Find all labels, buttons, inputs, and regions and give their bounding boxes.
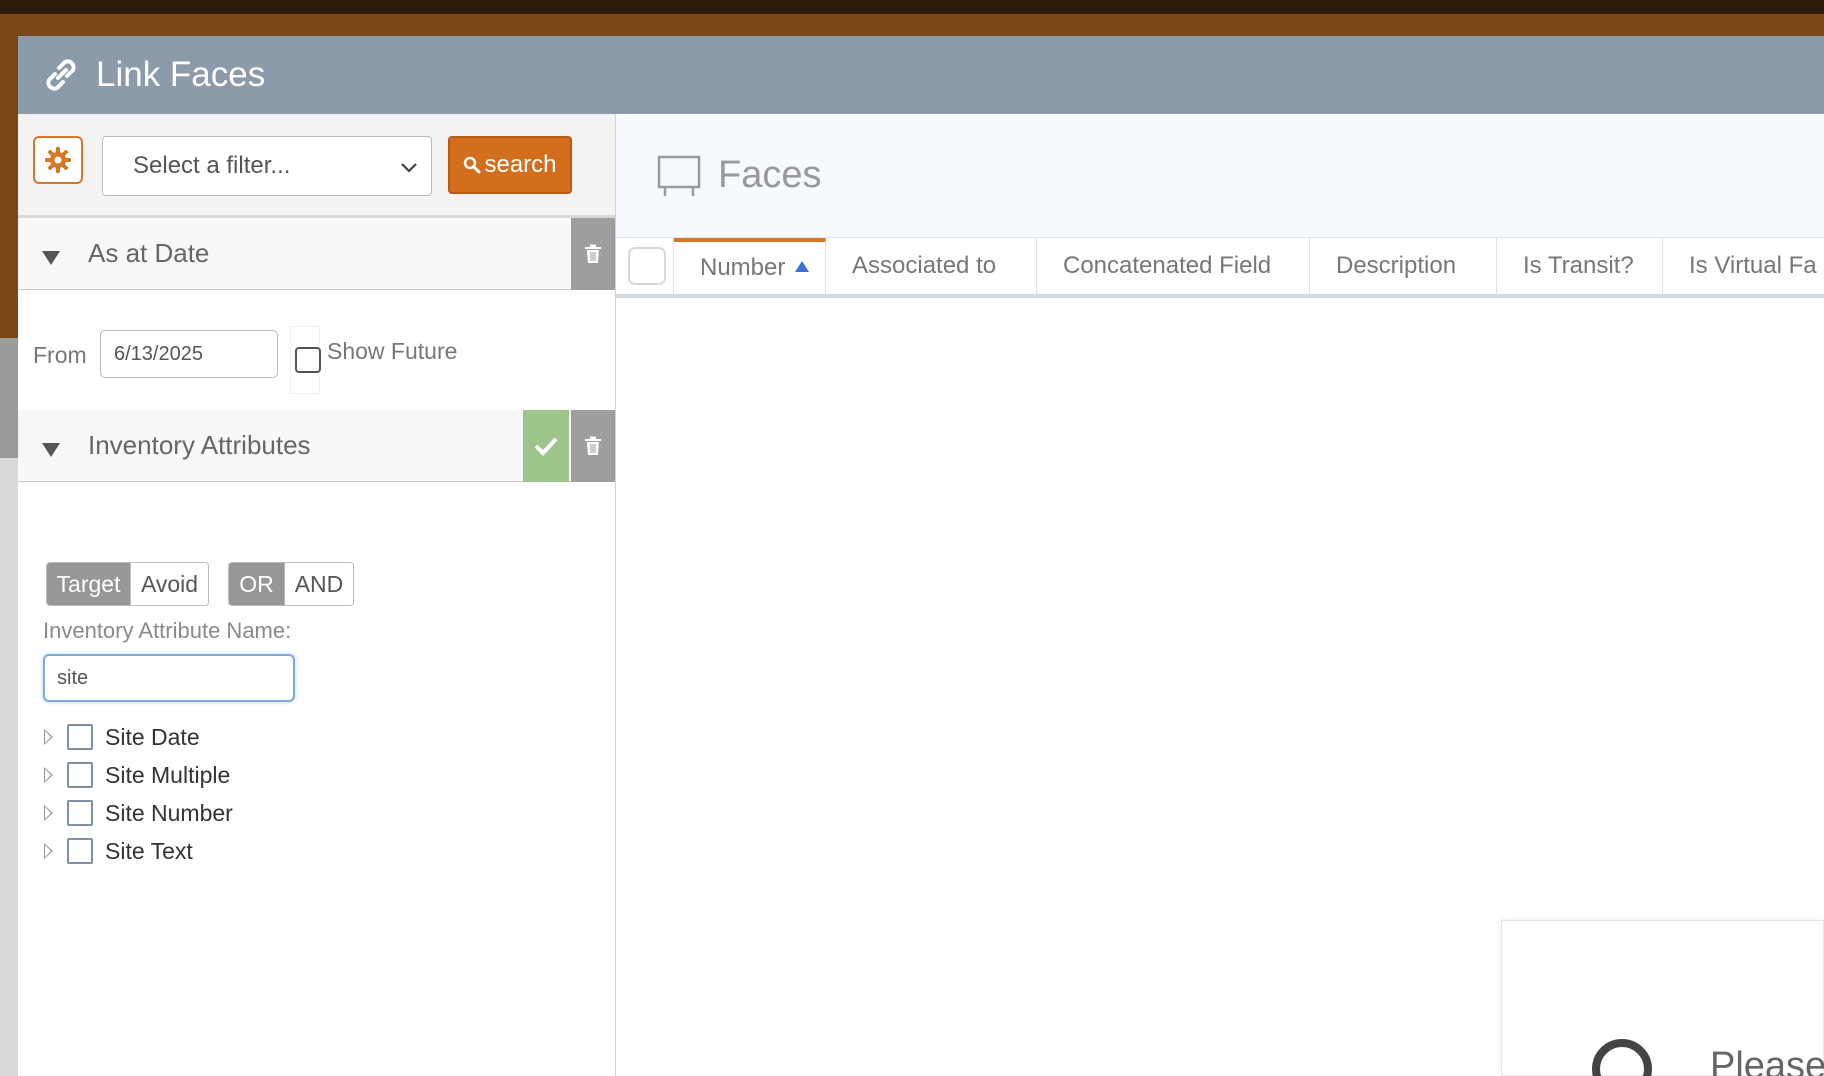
from-date-value: 6/13/2025 (114, 342, 203, 365)
faces-header: Faces (616, 114, 1824, 238)
column-header-is-virtual-face[interactable]: Is Virtual Fa (1663, 238, 1823, 294)
column-header-label: Is Transit? (1523, 252, 1634, 279)
filter-select[interactable]: Select a filter... (102, 136, 432, 196)
show-future-label[interactable]: Show Future (327, 338, 457, 365)
tree-item-label[interactable]: Site Multiple (105, 762, 230, 789)
gear-icon (45, 147, 71, 173)
inventory-attribute-name-label: Inventory Attribute Name: (43, 618, 292, 643)
tree-item: Site Date (42, 718, 233, 756)
expand-arrow-icon[interactable] (44, 767, 53, 783)
from-date-input[interactable]: 6/13/2025 (100, 330, 278, 378)
inventory-attribute-name-input[interactable]: site (43, 654, 295, 702)
faces-grid-header: Number Associated to Concatenated Field … (616, 238, 1824, 298)
collapse-triangle-icon[interactable] (42, 442, 60, 457)
from-label: From (33, 342, 87, 368)
inventory-attributes-title: Inventory Attributes (88, 430, 311, 460)
column-header-label: Concatenated Field (1063, 252, 1272, 279)
column-header-label: Number (700, 254, 786, 281)
column-header-label: Associated to (852, 252, 997, 279)
sort-ascending-icon (795, 260, 810, 272)
column-header-is-transit[interactable]: Is Transit? (1497, 238, 1663, 294)
search-icon (464, 156, 481, 174)
column-header-description[interactable]: Description (1310, 238, 1497, 294)
and-option[interactable]: AND (284, 563, 353, 605)
or-option[interactable]: OR (229, 563, 284, 605)
show-future-wrapper (290, 326, 321, 394)
tree-item: Site Number (42, 794, 233, 832)
tree-item-label[interactable]: Site Text (105, 838, 193, 865)
filter-panel: Select a filter... search As at Date Fro… (18, 114, 616, 1076)
background-top-bar (0, 0, 1824, 14)
expand-arrow-icon[interactable] (44, 729, 53, 745)
inventory-attributes-header[interactable]: Inventory Attributes (18, 410, 615, 482)
as-at-date-body: From 6/13/2025 Show Future (18, 290, 615, 410)
loading-text: Please (1710, 1045, 1824, 1076)
filter-bar: Select a filter... search (18, 114, 615, 218)
modal-header: Link Faces (18, 36, 1824, 114)
checkmark-icon (534, 437, 558, 456)
background-left-light (0, 458, 18, 1076)
as-at-date-title: As at Date (88, 238, 210, 268)
apply-inventory-attributes-button[interactable] (523, 410, 569, 482)
collapse-triangle-icon[interactable] (42, 250, 60, 265)
target-avoid-toggle: Target Avoid (46, 562, 209, 606)
modal-title: Link Faces (96, 55, 266, 94)
expand-arrow-icon[interactable] (44, 805, 53, 821)
inventory-attribute-name-value: site (57, 666, 89, 689)
background-band (0, 14, 1824, 36)
tree-item: Site Text (42, 832, 233, 870)
column-header-label: Description (1336, 252, 1457, 279)
loading-spinner-icon (1592, 1039, 1652, 1076)
remove-as-at-date-button[interactable] (571, 218, 615, 290)
remove-inventory-attributes-button[interactable] (571, 410, 615, 482)
expand-arrow-icon[interactable] (44, 843, 53, 859)
tree-item-checkbox[interactable] (67, 838, 93, 864)
column-header-concatenated-field[interactable]: Concatenated Field (1037, 238, 1310, 294)
background-left-grey (0, 338, 18, 458)
target-option[interactable]: Target (47, 563, 130, 605)
tree-item-label[interactable]: Site Date (105, 724, 200, 751)
link-icon (46, 59, 76, 91)
tree-item-label[interactable]: Site Number (105, 800, 233, 827)
inventory-attribute-tree: Site Date Site Multiple Site Number Site… (42, 718, 233, 870)
filter-settings-button[interactable] (33, 136, 83, 184)
loading-dialog: Please (1501, 920, 1824, 1076)
column-header-number[interactable]: Number (674, 238, 826, 294)
trash-icon (585, 436, 601, 455)
tree-item: Site Multiple (42, 756, 233, 794)
tree-item-checkbox[interactable] (67, 762, 93, 788)
faces-title: Faces (718, 154, 822, 196)
search-button-label: search (484, 151, 557, 178)
chevron-down-icon (401, 163, 417, 173)
search-button[interactable]: search (448, 136, 572, 194)
column-header-label: Is Virtual Fa (1689, 252, 1817, 279)
tree-item-checkbox[interactable] (67, 800, 93, 826)
as-at-date-header[interactable]: As at Date (18, 218, 615, 290)
trash-icon (585, 244, 601, 263)
or-and-toggle: OR AND (228, 562, 354, 606)
tree-item-checkbox[interactable] (67, 724, 93, 750)
show-future-checkbox[interactable] (295, 347, 321, 373)
select-all-checkbox[interactable] (628, 247, 666, 285)
column-header-associated-to[interactable]: Associated to (826, 238, 1037, 294)
billboard-icon (657, 155, 701, 196)
filter-select-placeholder: Select a filter... (133, 152, 291, 179)
avoid-option[interactable]: Avoid (130, 563, 208, 605)
select-all-cell (616, 238, 674, 294)
